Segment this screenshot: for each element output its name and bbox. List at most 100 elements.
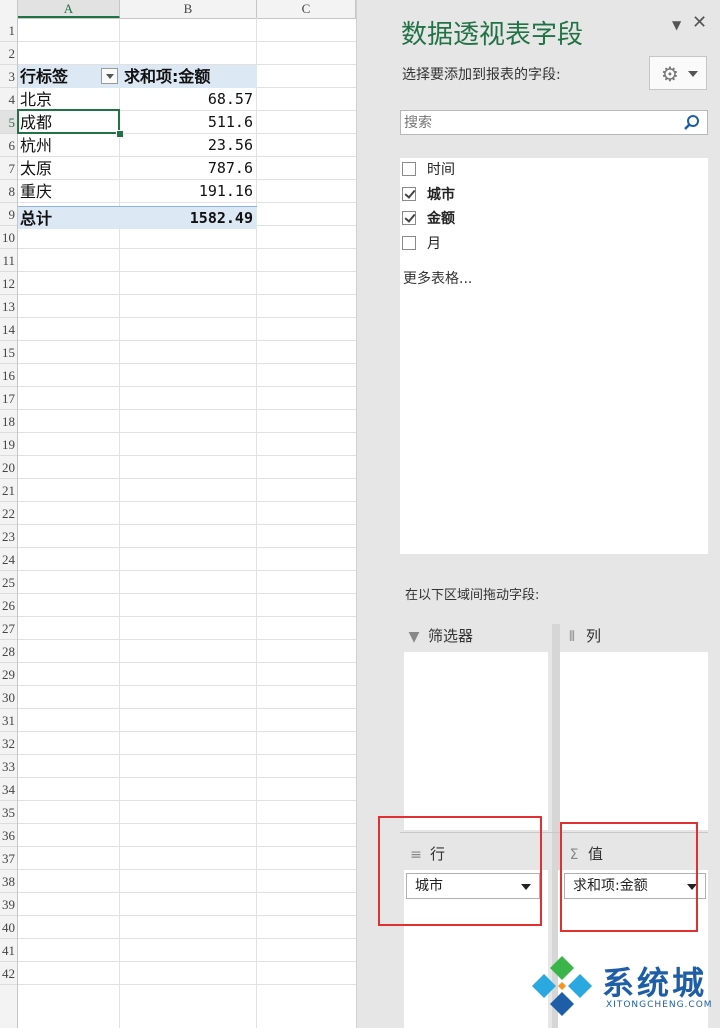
row-header[interactable]: 37 (0, 847, 17, 870)
row-header[interactable]: 3 (0, 65, 17, 88)
search-icon[interactable] (682, 113, 702, 133)
row-header[interactable]: 34 (0, 778, 17, 801)
row-header[interactable]: 38 (0, 870, 17, 893)
field-checkbox[interactable] (402, 211, 416, 225)
row-header[interactable]: 10 (0, 226, 17, 249)
pivot-row-value[interactable]: 787.6 (120, 157, 257, 180)
grid-line (18, 754, 356, 755)
row-header[interactable]: 11 (0, 249, 17, 272)
row-header[interactable]: 5 (0, 111, 17, 134)
pivot-row-label[interactable]: 太原 (18, 157, 120, 180)
pivot-total-value[interactable]: 1582.49 (120, 206, 257, 229)
grid-line (18, 248, 356, 249)
grid-line (18, 892, 356, 893)
row-header[interactable]: 33 (0, 755, 17, 778)
row-header[interactable]: 32 (0, 732, 17, 755)
gear-icon: ⚙ (661, 62, 679, 86)
field-checkbox[interactable] (402, 162, 416, 176)
row-header[interactable]: 15 (0, 341, 17, 364)
spreadsheet[interactable]: A B C 1 2 3 4 5 6 7 8 9 10 11 12 13 14 15 16 17 18 19 20 21 2… (0, 0, 356, 1028)
row-header[interactable]: 29 (0, 663, 17, 686)
field-search-input[interactable] (400, 110, 708, 135)
grid-line (18, 639, 356, 640)
grid-line (18, 869, 356, 870)
pivot-row-label[interactable]: 杭州 (18, 134, 120, 157)
pivot-field-pane: 数据透视表字段 ▼ ✕ 选择要添加到报表的字段: ⚙ 时间 城市 金额 月 更多… (378, 0, 720, 1028)
grid-line (18, 593, 356, 594)
watermark-logo: 系统城 XITONGCHENG.COM (528, 952, 718, 1024)
row-header[interactable]: 4 (0, 88, 17, 111)
diamond-logo-icon (532, 956, 592, 1016)
grid-line (18, 570, 356, 571)
row-header[interactable]: 24 (0, 548, 17, 571)
row-header[interactable]: 19 (0, 433, 17, 456)
row-header[interactable]: 1 (0, 19, 17, 42)
pivot-row-label-header[interactable]: 行标签 (18, 65, 120, 88)
row-header[interactable]: 14 (0, 318, 17, 341)
row-header[interactable]: 41 (0, 939, 17, 962)
row-header[interactable]: 16 (0, 364, 17, 387)
row-header[interactable]: 30 (0, 686, 17, 709)
choose-fields-label: 选择要添加到报表的字段: (402, 67, 561, 83)
row-header[interactable]: 9 (0, 203, 17, 226)
row-header[interactable]: 25 (0, 571, 17, 594)
row-header[interactable]: 31 (0, 709, 17, 732)
grid-line (18, 386, 356, 387)
pane-title: 数据透视表字段 (401, 20, 584, 50)
grid-line (18, 685, 356, 686)
column-header-bar: A B C (0, 0, 356, 19)
pivot-value-header[interactable]: 求和项:金额 (120, 65, 257, 88)
select-all-corner[interactable] (0, 0, 18, 18)
fill-handle[interactable] (116, 130, 124, 138)
grid-line (18, 731, 356, 732)
row-header[interactable]: 12 (0, 272, 17, 295)
column-header-b[interactable]: B (120, 0, 257, 18)
row-header[interactable]: 2 (0, 42, 17, 65)
row-header[interactable]: 22 (0, 502, 17, 525)
field-settings-button[interactable]: ⚙ (649, 56, 707, 90)
row-header[interactable]: 21 (0, 479, 17, 502)
field-checkbox[interactable] (402, 236, 416, 250)
row-header[interactable]: 23 (0, 525, 17, 548)
pane-menu-caret-icon[interactable]: ▼ (672, 18, 681, 32)
pivot-row-label[interactable]: 北京 (18, 88, 120, 111)
row-header[interactable]: 18 (0, 410, 17, 433)
row-header[interactable]: 36 (0, 824, 17, 847)
pivot-row-label[interactable]: 重庆 (18, 180, 120, 203)
row-header[interactable]: 7 (0, 157, 17, 180)
more-tables-link[interactable]: 更多表格... (403, 268, 472, 288)
grid-line (18, 340, 356, 341)
row-header[interactable]: 26 (0, 594, 17, 617)
row-header[interactable]: 28 (0, 640, 17, 663)
grid-line (18, 432, 356, 433)
pivot-row-value[interactable]: 191.16 (120, 180, 257, 203)
row-header[interactable]: 20 (0, 456, 17, 479)
filters-area-label: 筛选器 (428, 627, 474, 645)
row-label-filter-dropdown[interactable] (101, 68, 118, 84)
column-header-c[interactable]: C (257, 0, 356, 18)
row-header[interactable]: 13 (0, 295, 17, 318)
row-header[interactable]: 35 (0, 801, 17, 824)
field-label: 时间 (427, 162, 455, 178)
row-header[interactable]: 6 (0, 134, 17, 157)
grid-line (18, 501, 356, 502)
row-label-header-text: 行标签 (20, 67, 69, 86)
filters-drop-zone[interactable] (404, 652, 548, 830)
pivot-row-value[interactable]: 68.57 (120, 88, 257, 111)
pivot-row-value[interactable]: 511.6 (120, 111, 257, 134)
row-header[interactable]: 27 (0, 617, 17, 640)
field-checkbox[interactable] (402, 187, 416, 201)
grid-line (18, 800, 356, 801)
columns-drop-zone[interactable] (558, 652, 708, 830)
grid-line (18, 41, 356, 42)
column-header-a[interactable]: A (18, 0, 120, 18)
close-icon[interactable]: ✕ (692, 12, 707, 33)
row-header[interactable]: 8 (0, 180, 17, 203)
row-header[interactable]: 39 (0, 893, 17, 916)
row-header[interactable]: 17 (0, 387, 17, 410)
pivot-total-label[interactable]: 总计 (18, 206, 120, 229)
row-header[interactable]: 42 (0, 962, 17, 985)
grid-line (18, 662, 356, 663)
row-header[interactable]: 40 (0, 916, 17, 939)
pivot-row-value[interactable]: 23.56 (120, 134, 257, 157)
